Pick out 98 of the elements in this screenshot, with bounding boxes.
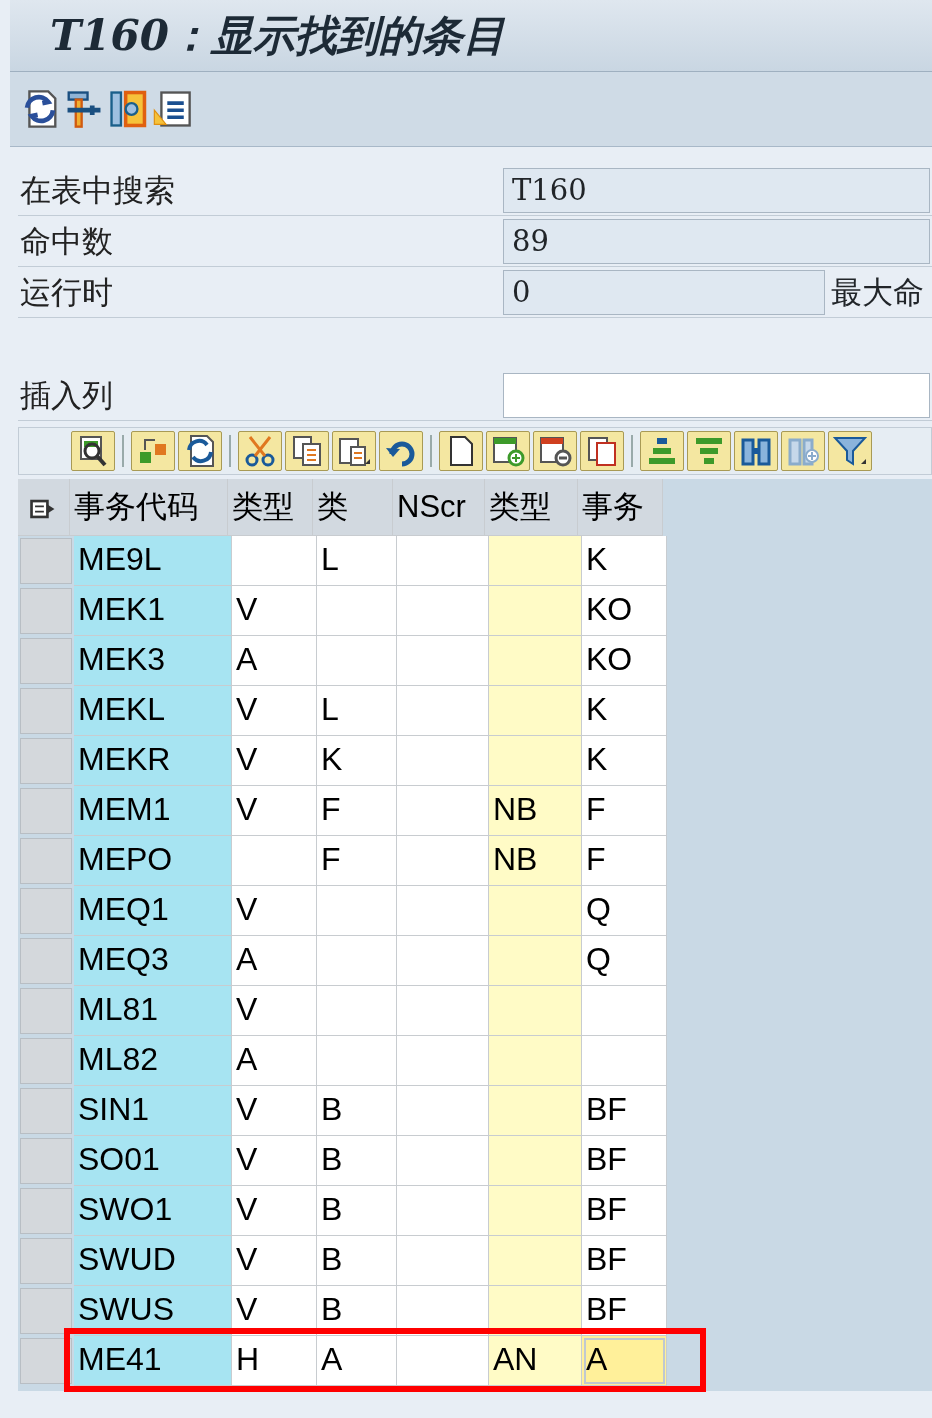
table-cell: ME9L	[74, 536, 232, 586]
table-cell: ML81	[74, 986, 232, 1036]
input-field[interactable]: 89	[503, 218, 930, 264]
table-cell: SO01	[74, 1136, 232, 1186]
table-cell: BF	[582, 1086, 667, 1136]
details-button[interactable]	[71, 431, 115, 471]
table-cell: V	[232, 786, 317, 836]
refresh-button[interactable]	[178, 431, 222, 471]
field-label: 在表中搜索	[19, 170, 176, 210]
table-cell: NB	[489, 836, 582, 886]
table-cell: B	[317, 1086, 397, 1136]
table-cell: MEKL	[74, 686, 232, 736]
table-cell: V	[232, 586, 317, 636]
field-label: 运行时	[19, 272, 114, 312]
table-cell: Q	[582, 936, 667, 986]
table-cell: SIN1	[74, 1086, 232, 1136]
table-cell: BF	[582, 1186, 667, 1236]
table-cell: MEQ3	[74, 936, 232, 986]
filter-button[interactable]	[828, 431, 872, 471]
table-cell: MEK1	[74, 586, 232, 636]
table-cell: V	[232, 1186, 317, 1236]
scissors-button[interactable]	[238, 431, 282, 471]
table-cell: V	[232, 986, 317, 1036]
table-cell: B	[317, 1186, 397, 1236]
column-header[interactable]: 类	[313, 479, 393, 536]
paste-button[interactable]	[332, 431, 376, 471]
table-cell: A	[232, 1036, 317, 1086]
table-cell: K	[582, 736, 667, 786]
table-cell: MEM1	[74, 786, 232, 836]
structure-icon[interactable]	[108, 89, 148, 129]
list-icon[interactable]	[152, 89, 192, 129]
table-cell: F	[582, 836, 667, 886]
table-cell: F	[582, 786, 667, 836]
table-cell: V	[232, 1136, 317, 1186]
input-field[interactable]: 0	[503, 269, 825, 315]
copy-row-icon	[585, 434, 619, 468]
table-cell: L	[317, 536, 397, 586]
sort-descending-button[interactable]	[687, 431, 731, 471]
table-cell: BF	[582, 1136, 667, 1186]
table-cell: Q	[582, 886, 667, 936]
row-selector[interactable]	[20, 1288, 72, 1334]
table-cell: A	[232, 936, 317, 986]
table-cell: ML82	[74, 1036, 232, 1086]
filter-icon	[833, 434, 867, 468]
table-cell: K	[582, 536, 667, 586]
table-cell: MEK3	[74, 636, 232, 686]
copy-icon	[290, 434, 324, 468]
table-cell: MEQ1	[74, 886, 232, 936]
table-cell: B	[317, 1236, 397, 1286]
scissors-icon	[243, 434, 277, 468]
column-header[interactable]: 类型	[228, 479, 313, 536]
copy-button[interactable]	[285, 431, 329, 471]
table-cell: A	[317, 1336, 397, 1386]
row-insert-button[interactable]	[486, 431, 530, 471]
binoculars-button[interactable]	[734, 431, 778, 471]
table-cell: MEKR	[74, 736, 232, 786]
page-button[interactable]	[439, 431, 483, 471]
window-title: T160：显示找到的条目	[50, 10, 505, 62]
table-cell: ME41	[74, 1336, 232, 1386]
input-field[interactable]: T160	[503, 167, 930, 213]
field-label: 命中数	[19, 221, 114, 261]
row-delete-button[interactable]	[533, 431, 577, 471]
table-cell: K	[317, 736, 397, 786]
table-cell: F	[317, 786, 397, 836]
column-header[interactable]: 事务	[578, 479, 663, 536]
table-cell: KO	[582, 586, 667, 636]
table-cell: K	[582, 686, 667, 736]
sort-ascending-button[interactable]	[640, 431, 684, 471]
field-label: 最大命	[830, 272, 924, 312]
table-cell: B	[317, 1136, 397, 1186]
table-cell: A	[582, 1336, 667, 1386]
table-cell: NB	[489, 786, 582, 836]
table-cell: A	[232, 636, 317, 686]
undo-button[interactable]	[379, 431, 423, 471]
table-cell: MEPO	[74, 836, 232, 886]
table-cell: SWO1	[74, 1186, 232, 1236]
table-cell: F	[317, 836, 397, 886]
table-cell: V	[232, 1236, 317, 1286]
input-field[interactable]	[503, 372, 930, 418]
table-cell: BF	[582, 1236, 667, 1286]
column-header[interactable]: 事务代码	[70, 479, 228, 536]
table-cell: KO	[582, 636, 667, 686]
row-insert-icon	[491, 434, 525, 468]
table-cell: H	[232, 1336, 317, 1386]
table-cell: SWUD	[74, 1236, 232, 1286]
table-cell: V	[232, 1086, 317, 1136]
table-cell: L	[317, 686, 397, 736]
table-cell: V	[232, 736, 317, 786]
table-cell: V	[232, 886, 317, 936]
column-header[interactable]: 类型	[485, 479, 578, 536]
binoculars-plus-button[interactable]	[781, 431, 825, 471]
table-cell: V	[232, 686, 317, 736]
hierarchy-button[interactable]	[131, 431, 175, 471]
row-delete-icon	[538, 434, 572, 468]
table-cell: AN	[489, 1336, 582, 1386]
copy-row-button[interactable]	[580, 431, 624, 471]
column-header[interactable]: NScr	[393, 479, 485, 536]
field-label: 插入列	[19, 375, 114, 415]
